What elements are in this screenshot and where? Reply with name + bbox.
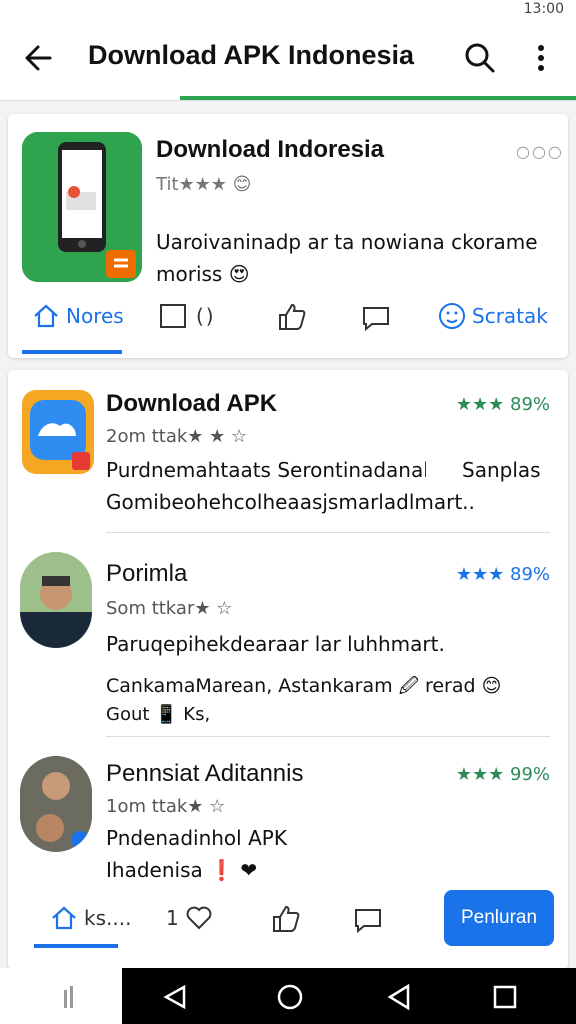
more-action[interactable]: Nores	[32, 302, 124, 330]
list-item-title: Pennsiat Aditannis	[106, 760, 304, 787]
more-options-icon[interactable]	[526, 38, 556, 78]
divider	[106, 532, 550, 533]
divider	[106, 736, 550, 737]
like-button[interactable]	[270, 904, 302, 934]
featured-action-row: Nores ( ) Scratak	[8, 296, 568, 340]
list-item-title: Porimla	[106, 560, 188, 587]
list-item-text: Gomibeohehcolheaasjsmarladlmart..	[106, 490, 475, 514]
description-line: Uaroivaninadp ar ta nowiana ckorame	[156, 230, 538, 254]
likes-count-label: 1	[166, 906, 179, 930]
heart-icon	[185, 904, 213, 932]
list-item-subtitle: Som ttkar★ ☆	[106, 598, 233, 619]
system-nav-bar	[0, 968, 576, 1024]
list-item-text: Paruqepihekdearaar lar luhhmart.	[106, 632, 445, 656]
app-list-card: Download APK ★★★ 89% 2om ttak★ ★ ☆ Purdn…	[8, 370, 568, 970]
more-action-label: Nores	[66, 304, 124, 328]
share-action[interactable]: Scratak	[438, 302, 548, 330]
app-bar: Download APK Indonesia	[0, 18, 576, 101]
description-line: moriss 😍	[156, 262, 250, 286]
active-tab-indicator	[34, 944, 118, 948]
comment-icon	[158, 302, 190, 330]
list-item-subtitle: 1om ttak★ ☆	[106, 796, 226, 817]
home-action[interactable]: ks....	[50, 904, 131, 932]
thumbs-up-icon	[270, 904, 302, 934]
chat-icon	[360, 302, 392, 332]
count-action[interactable]: ( )	[158, 302, 214, 330]
list-item-rating: ★★★ 89%	[455, 564, 550, 585]
list-item-text: Purdnemahtaats Serontinadanal	[106, 458, 426, 482]
triangle-back-icon[interactable]	[384, 982, 414, 1012]
status-time: 13:00	[523, 1, 564, 17]
chat-icon	[352, 904, 384, 934]
smiley-icon	[438, 302, 466, 330]
chat-button[interactable]	[360, 302, 392, 332]
avatar	[20, 552, 92, 648]
list-item[interactable]: Download APK ★★★ 89% 2om ttak★ ★ ☆ Purdn…	[8, 370, 568, 533]
home-icon	[50, 904, 78, 932]
active-tab-indicator	[22, 350, 122, 354]
featured-app-description: Uaroivaninadp ar ta nowiana ckorame mori…	[156, 226, 546, 290]
list-item-tag: Sanplas	[462, 458, 541, 482]
list-item-subtitle: 2om ttak★ ★ ☆	[106, 426, 248, 447]
count-label: ( )	[196, 304, 214, 328]
list-item-rating: ★★★ 89%	[455, 394, 550, 415]
list-item-text: CankamaMarean, Astankaram 🖉 rerad 😊	[106, 675, 502, 697]
list-item-text: Gout 📱 Ks,	[106, 704, 211, 725]
like-button[interactable]	[276, 302, 308, 332]
back-icon[interactable]	[20, 38, 60, 78]
thumbs-up-icon	[276, 302, 308, 332]
card-options-icon[interactable]: ○○○	[516, 142, 564, 161]
back-nav-icon[interactable]	[160, 982, 190, 1012]
list-item[interactable]: Pennsiat Aditannis ★★★ 99% 1om ttak★ ☆ P…	[8, 746, 568, 886]
share-action-label: Scratak	[472, 304, 548, 328]
featured-app-icon	[22, 132, 142, 282]
home-nav-icon[interactable]	[275, 982, 305, 1012]
list-item-title: Download APK	[106, 390, 278, 417]
list-item-text: Pndenadinhol APK	[106, 826, 287, 850]
featured-app-card[interactable]: Download Indoresia ○○○ Tit★★★ 😊 Uaroivan…	[8, 114, 568, 358]
featured-app-name: Download Indoresia	[156, 136, 385, 163]
home-action-label: ks....	[84, 906, 132, 930]
page-title: Download APK Indonesia	[88, 40, 415, 70]
loading-progress-bar	[180, 96, 576, 100]
search-icon[interactable]	[460, 38, 500, 78]
chat-button[interactable]	[352, 904, 384, 934]
download-button[interactable]: Penluran	[444, 890, 554, 946]
recents-tab[interactable]	[0, 968, 122, 1024]
overview-nav-icon[interactable]	[490, 982, 520, 1012]
list-item[interactable]: Porimla ★★★ 89% Som ttkar★ ☆ Paruqepihek…	[8, 540, 568, 740]
avatar	[20, 756, 92, 852]
featured-app-meta: Tit★★★ 😊	[156, 174, 252, 195]
status-bar: 13:00	[0, 0, 576, 18]
likes-count[interactable]: 1	[166, 904, 213, 932]
list-item-rating: ★★★ 99%	[455, 764, 550, 785]
home-icon	[32, 302, 60, 330]
list-item-text: Ihadenisa ❗ ❤	[106, 858, 258, 882]
app-icon	[22, 390, 94, 474]
